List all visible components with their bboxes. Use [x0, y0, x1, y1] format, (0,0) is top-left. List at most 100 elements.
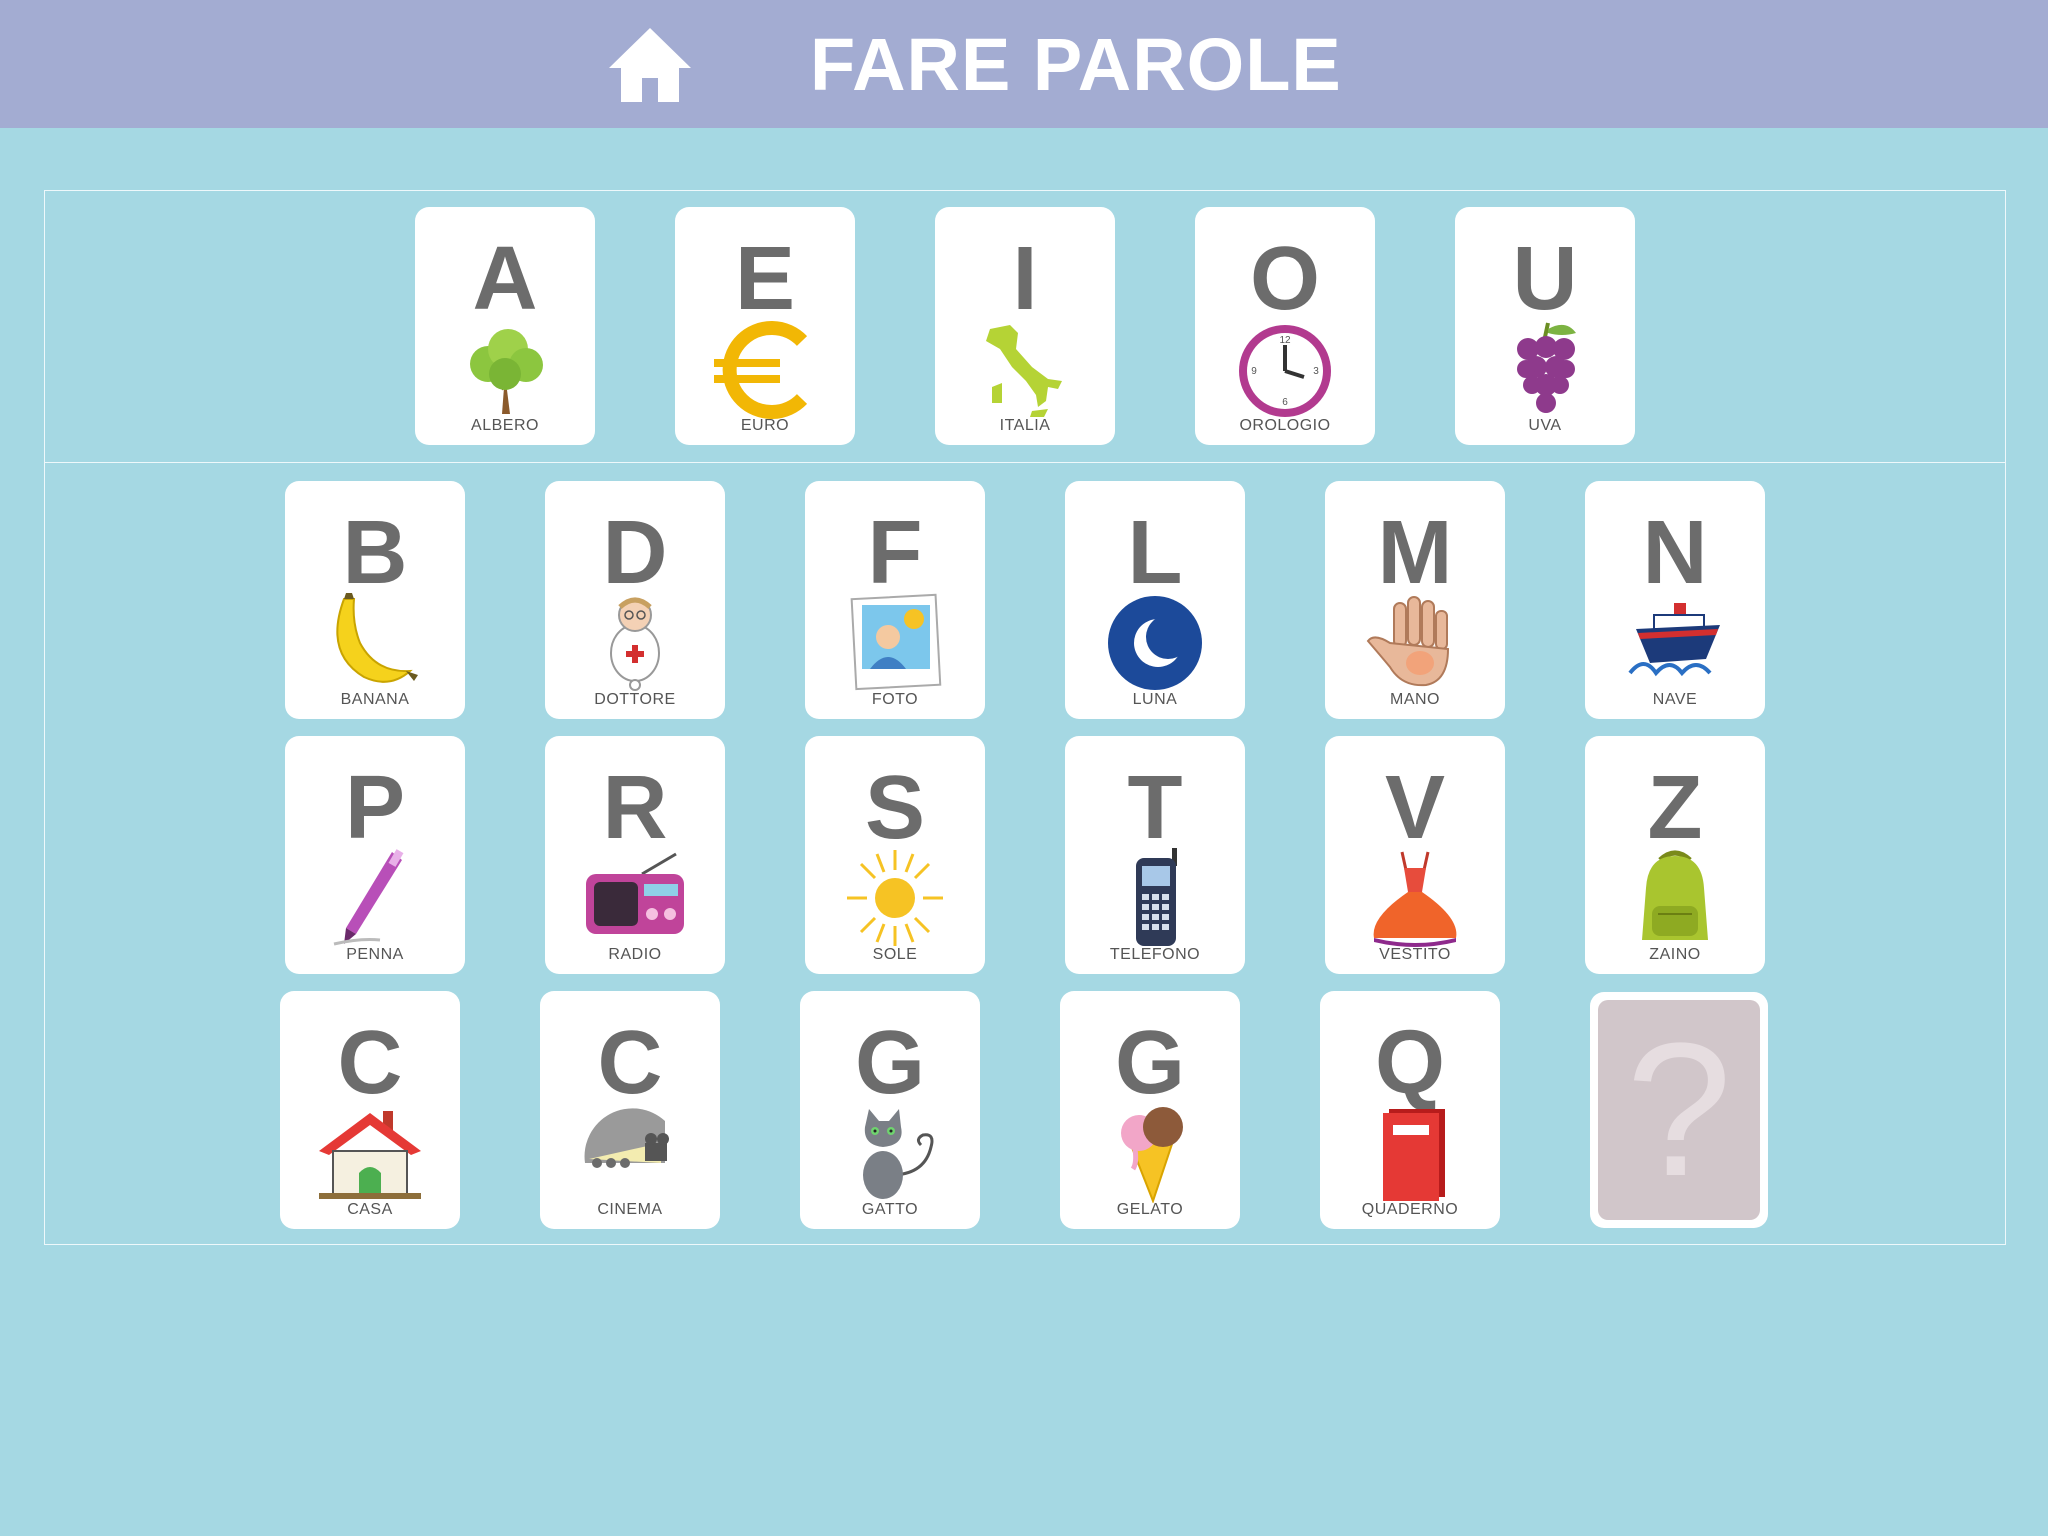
- card-word: CASA: [347, 1201, 393, 1218]
- mystery-card-face: ?: [1598, 1000, 1760, 1220]
- card-word: CINEMA: [597, 1201, 663, 1218]
- card-word: ZAINO: [1649, 946, 1701, 963]
- letter-card-u[interactable]: U UVA: [1455, 207, 1635, 445]
- photo-icon: [850, 593, 942, 691]
- card-word: TELEFONO: [1109, 946, 1201, 963]
- card-letter: E: [734, 229, 796, 329]
- banana-icon: [336, 593, 418, 683]
- pen-icon: [333, 849, 404, 946]
- tree-icon: [470, 329, 543, 414]
- letter-card-z[interactable]: Z ZAINO: [1585, 736, 1765, 974]
- backpack-icon: [1642, 850, 1708, 940]
- card-letter: P: [344, 758, 406, 858]
- card-word: PENNA: [346, 946, 404, 963]
- card-letter: G: [1114, 1013, 1185, 1113]
- house-icon: [319, 1111, 421, 1199]
- letter-card-m[interactable]: M MANO: [1325, 481, 1505, 719]
- card-word: ALBERO: [471, 417, 539, 434]
- card-letter: C: [597, 1013, 663, 1113]
- sun-icon: [847, 850, 943, 946]
- letter-card-t[interactable]: T TELEFONO: [1065, 736, 1245, 974]
- card-word: GELATO: [1116, 1201, 1184, 1218]
- card-letter: F: [867, 503, 923, 603]
- card-letter: O: [1249, 229, 1320, 329]
- card-letter: Z: [1647, 758, 1703, 858]
- card-word: UVA: [1528, 417, 1562, 434]
- card-letter: C: [337, 1013, 403, 1113]
- card-word: OROLOGIO: [1239, 417, 1331, 434]
- ice-cream-icon: [1121, 1107, 1183, 1203]
- letter-card-g-gelato[interactable]: G GELATO: [1060, 991, 1240, 1229]
- card-word: QUADERNO: [1361, 1201, 1459, 1218]
- cat-icon: [863, 1109, 934, 1199]
- card-word: NAVE: [1652, 691, 1698, 708]
- home-button[interactable]: [605, 26, 695, 106]
- moon-icon: [1108, 596, 1202, 690]
- svg-text:12: 12: [1279, 335, 1291, 346]
- letter-card-i[interactable]: I ITALIA: [935, 207, 1115, 445]
- svg-text:6: 6: [1282, 397, 1288, 408]
- dress-icon: [1373, 851, 1457, 947]
- card-word: ITALIA: [999, 417, 1051, 434]
- letter-card-o[interactable]: O 12 3 6 9 OROLOGIO: [1195, 207, 1375, 445]
- top-bar: FARE PAROLE: [0, 0, 2048, 128]
- question-mark-icon: ?: [1626, 1004, 1732, 1216]
- grapes-icon: [1517, 322, 1576, 413]
- svg-text:3: 3: [1313, 366, 1319, 377]
- home-icon: [609, 28, 691, 102]
- page-title: FARE PAROLE: [810, 23, 1342, 106]
- card-letter: N: [1642, 503, 1708, 603]
- card-word: FOTO: [871, 691, 919, 708]
- card-letter: L: [1127, 503, 1183, 603]
- card-letter: A: [472, 229, 538, 329]
- card-letter: M: [1377, 503, 1453, 603]
- mystery-card[interactable]: ?: [1590, 992, 1768, 1228]
- letter-card-n[interactable]: N NAVE: [1585, 481, 1765, 719]
- letter-card-s[interactable]: S SOLE: [805, 736, 985, 974]
- card-letter: Q: [1374, 1013, 1445, 1113]
- letter-card-q[interactable]: Q QUADERNO: [1320, 991, 1500, 1229]
- clock-icon: 12 3 6 9: [1239, 325, 1331, 417]
- card-word: EURO: [740, 417, 790, 434]
- card-letter: B: [342, 503, 408, 603]
- card-letter: I: [1012, 229, 1038, 329]
- letter-card-l[interactable]: L LUNA: [1065, 481, 1245, 719]
- letter-card-a[interactable]: A ALBERO: [415, 207, 595, 445]
- letter-card-g-gatto[interactable]: G GATTO: [800, 991, 980, 1229]
- card-word: BANANA: [340, 691, 410, 708]
- card-word: RADIO: [608, 946, 662, 963]
- doctor-icon: [610, 597, 660, 691]
- card-word: MANO: [1390, 691, 1440, 708]
- hand-icon: [1366, 596, 1450, 687]
- italy-map-icon: [986, 325, 1062, 417]
- phone-icon: [1136, 848, 1177, 946]
- svg-text:9: 9: [1251, 366, 1257, 377]
- letter-card-c-casa[interactable]: C CASA: [280, 991, 460, 1229]
- card-word: SOLE: [872, 946, 918, 963]
- letter-card-p[interactable]: P PENNA: [285, 736, 465, 974]
- ship-icon: [1628, 603, 1720, 677]
- vowels-divider: [44, 462, 2006, 463]
- card-letter: U: [1512, 229, 1578, 329]
- card-letter: S: [864, 758, 926, 858]
- letter-card-r[interactable]: R RADIO: [545, 736, 725, 974]
- letter-card-c-cinema[interactable]: C CINEMA: [540, 991, 720, 1229]
- letter-card-b[interactable]: B BANANA: [285, 481, 465, 719]
- notebook-icon: [1383, 1109, 1445, 1201]
- card-word: DOTTORE: [594, 691, 676, 708]
- letter-card-v[interactable]: V VESTITO: [1325, 736, 1505, 974]
- letter-card-d[interactable]: D DOTTORE: [545, 481, 725, 719]
- card-word: LUNA: [1132, 691, 1178, 708]
- card-letter: R: [602, 758, 668, 858]
- euro-icon: [714, 321, 808, 419]
- letter-card-f[interactable]: F FOTO: [805, 481, 985, 719]
- letter-card-e[interactable]: E EURO: [675, 207, 855, 445]
- card-letter: G: [854, 1013, 925, 1113]
- radio-icon: [586, 852, 684, 934]
- cinema-icon: [584, 1108, 669, 1168]
- card-letter: D: [602, 503, 668, 603]
- card-letter: V: [1384, 758, 1446, 858]
- card-word: VESTITO: [1379, 946, 1451, 963]
- card-letter: T: [1127, 758, 1183, 858]
- card-word: GATTO: [861, 1201, 919, 1218]
